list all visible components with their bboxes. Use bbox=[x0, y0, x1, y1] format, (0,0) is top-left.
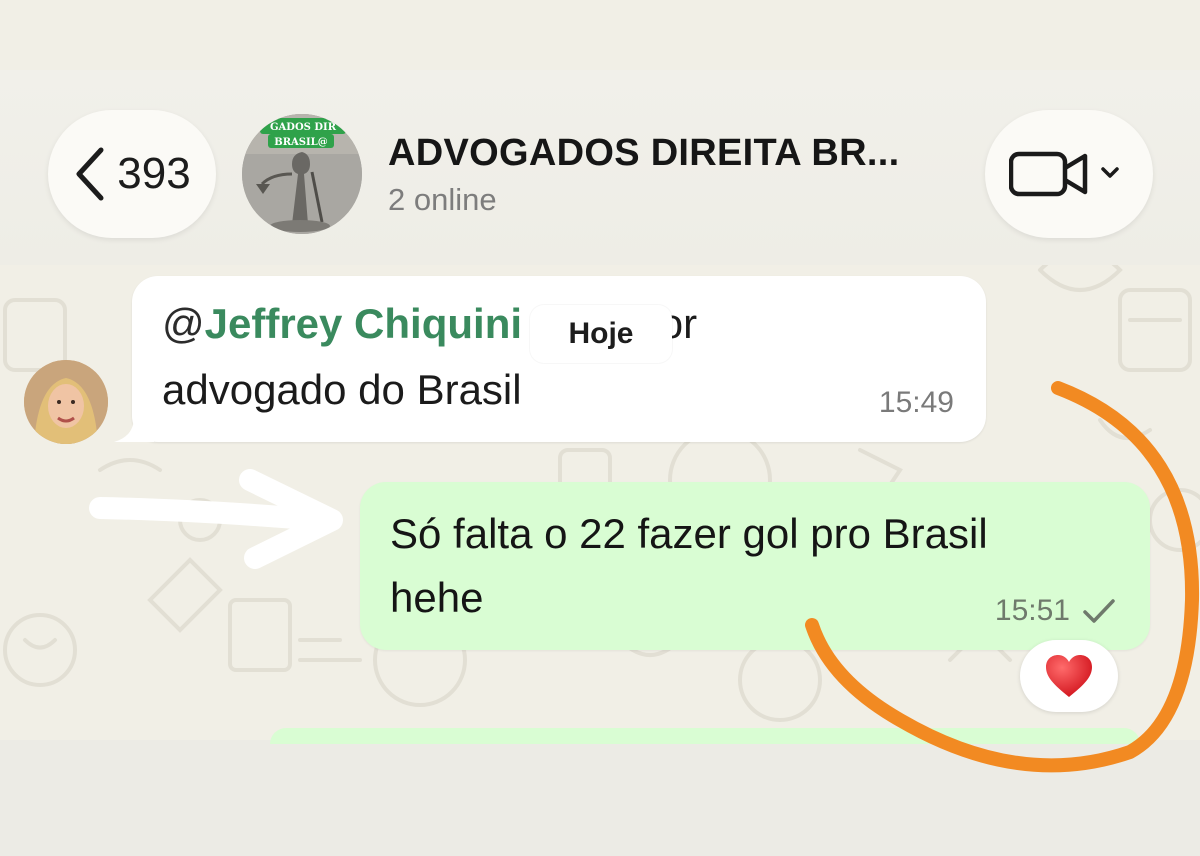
avatar-banner-text-2: BRASIL@ bbox=[274, 137, 327, 148]
avatar-banner-text-1: GADOS DIR bbox=[270, 122, 337, 133]
single-check-icon bbox=[1083, 599, 1115, 623]
message-text-line-2: advogado do Brasil bbox=[162, 366, 522, 413]
message-reaction[interactable] bbox=[1020, 640, 1118, 712]
next-message-bubble-edge bbox=[270, 728, 1140, 744]
bubble-tail bbox=[114, 412, 154, 442]
outgoing-message-bubble[interactable]: Só falta o 22 fazer gol pro Brasil hehe … bbox=[360, 482, 1150, 650]
heart-reaction-icon bbox=[1046, 655, 1092, 697]
unread-count: 393 bbox=[117, 149, 191, 198]
back-button[interactable]: 393 bbox=[48, 110, 216, 238]
online-status: 2 online bbox=[388, 182, 497, 217]
video-call-icon bbox=[1009, 151, 1088, 197]
sender-avatar[interactable] bbox=[24, 360, 108, 444]
mention-at: @ bbox=[162, 300, 205, 347]
message-timestamp: 15:51 bbox=[994, 594, 1070, 627]
mention-name[interactable]: Jeffrey Chiquini bbox=[205, 300, 522, 347]
chevron-down-icon bbox=[1101, 167, 1119, 178]
lady-justice-image: GADOS DIR BRASIL@ bbox=[242, 114, 362, 234]
group-name[interactable]: ADVOGADOS DIREITA BR... bbox=[388, 132, 899, 175]
bottom-band bbox=[0, 740, 1200, 856]
video-call-button[interactable] bbox=[985, 110, 1153, 238]
chevron-left-icon bbox=[76, 147, 104, 201]
group-avatar[interactable]: GADOS DIR BRASIL@ bbox=[242, 114, 362, 234]
message-text-line-2: hehe bbox=[390, 574, 484, 621]
date-separator: Hoje bbox=[530, 305, 672, 363]
message-text-line-1: Só falta o 22 fazer gol pro Brasil bbox=[390, 510, 988, 557]
message-timestamp: 15:49 bbox=[878, 386, 954, 419]
